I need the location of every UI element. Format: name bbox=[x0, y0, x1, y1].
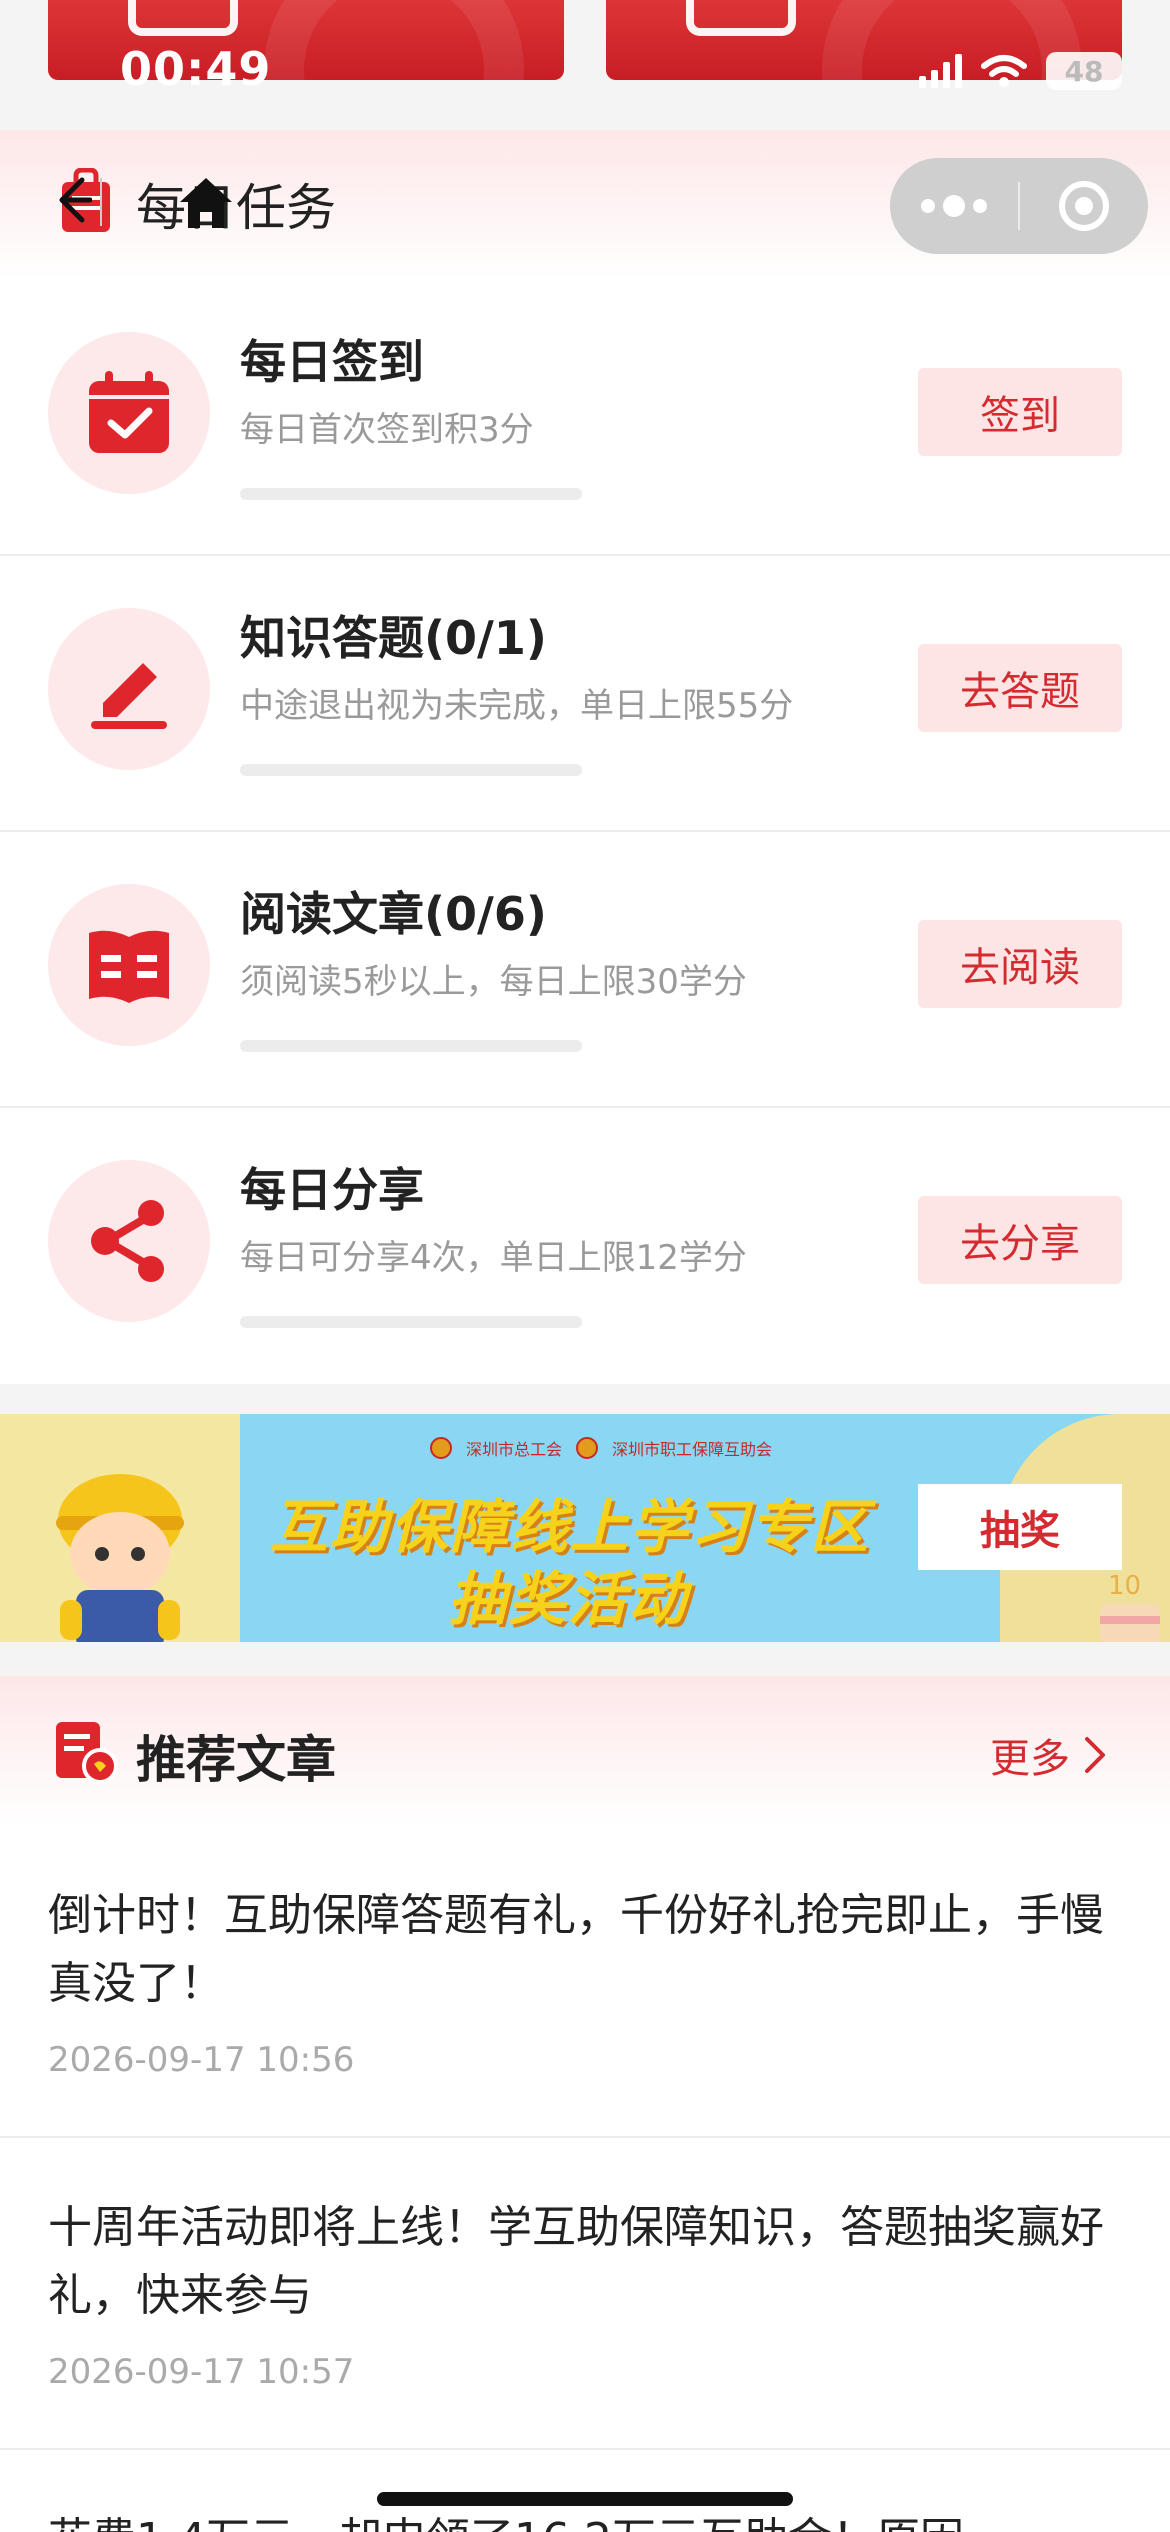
article-title: 十周年活动即将上线！学互助保障知识，答题抽奖赢好礼，快来参与 bbox=[48, 2202, 1104, 2321]
article-list: 倒计时！互助保障答题有礼，千份好礼抢完即止，手慢真没了！ 2026-09-17 … bbox=[0, 1826, 1170, 2532]
article-title: 花费1.4万元，却申领了16.2万元互助金！原因 bbox=[48, 2506, 1122, 2532]
task-title: 每日分享 bbox=[240, 1163, 424, 1217]
task-progress-bar bbox=[240, 764, 582, 776]
task-desc: 中途退出视为未完成，单日上限55分 bbox=[240, 686, 794, 726]
article-list-icon bbox=[56, 1722, 118, 1784]
share-icon bbox=[48, 1160, 210, 1322]
status-icons: 48 bbox=[919, 52, 1122, 90]
status-time: 00:49 bbox=[120, 42, 272, 96]
banner-subheadline: 抽奖活动 bbox=[448, 1565, 689, 1633]
calendar-check-icon bbox=[48, 332, 210, 494]
task-title: 阅读文章(0/6) bbox=[240, 887, 547, 941]
home-icon[interactable] bbox=[178, 176, 234, 230]
task-desc: 每日首次签到积3分 bbox=[240, 410, 534, 450]
close-target-icon[interactable] bbox=[1020, 158, 1148, 254]
page: 00:49 48 每日任务 每日签到 每日首次签到积3分 签到 知识答题(0/1… bbox=[0, 0, 1170, 2532]
home-indicator bbox=[377, 2492, 793, 2506]
task-progress-bar bbox=[240, 1040, 582, 1052]
book-icon bbox=[686, 0, 796, 36]
top-strip: 00:49 48 bbox=[0, 0, 1170, 130]
task-title: 知识答题(0/1) bbox=[240, 611, 547, 665]
pencil-icon bbox=[48, 608, 210, 770]
share-button[interactable]: 去分享 bbox=[918, 1196, 1122, 1284]
signal-icon bbox=[919, 54, 962, 88]
svg-text:10: 10 bbox=[1108, 1571, 1141, 1601]
task-list: 每日签到 每日首次签到积3分 签到 知识答题(0/1) 中途退出视为未完成，单日… bbox=[0, 280, 1170, 1384]
quiz-button[interactable]: 去答题 bbox=[918, 644, 1122, 732]
tv-icon bbox=[128, 0, 238, 36]
wifi-icon bbox=[981, 55, 1027, 87]
article-date: 2026-09-17 10:56 bbox=[48, 2040, 355, 2080]
read-button[interactable]: 去阅读 bbox=[918, 920, 1122, 1008]
task-item: 知识答题(0/1) 中途退出视为未完成，单日上限55分 去答题 bbox=[0, 556, 1170, 832]
task-progress-bar bbox=[240, 1316, 582, 1328]
header-divider bbox=[100, 178, 102, 226]
task-desc: 须阅读5秒以上，每日上限30学分 bbox=[240, 962, 747, 1002]
battery-icon: 48 bbox=[1046, 52, 1122, 90]
promo-banner[interactable]: 深圳市总工会 深圳市职工保障互助会 互助保障线上学习专区 抽奖活动 抽奖 10 bbox=[0, 1414, 1170, 1642]
banner-org-logos: 深圳市总工会 深圳市职工保障互助会 bbox=[430, 1436, 772, 1460]
cake-icon: 10 bbox=[1100, 1571, 1160, 1642]
mini-program-capsule bbox=[890, 158, 1148, 254]
more-link[interactable]: 更多 bbox=[990, 1726, 1106, 1784]
lottery-button[interactable]: 抽奖 bbox=[918, 1484, 1122, 1570]
page-title: 每日任务 bbox=[136, 179, 336, 237]
list-item[interactable]: 倒计时！互助保障答题有礼，千份好礼抢完即止，手慢真没了！ 2026-09-17 … bbox=[0, 1826, 1170, 2138]
checkin-button[interactable]: 签到 bbox=[918, 368, 1122, 456]
book-icon bbox=[48, 884, 210, 1046]
task-item: 每日分享 每日可分享4次，单日上限12学分 去分享 bbox=[0, 1108, 1170, 1384]
list-item[interactable]: 十周年活动即将上线！学互助保障知识，答题抽奖赢好礼，快来参与 2026-09-1… bbox=[0, 2138, 1170, 2450]
task-title: 每日签到 bbox=[240, 335, 424, 389]
article-date: 2026-09-17 10:57 bbox=[48, 2352, 355, 2392]
task-desc: 每日可分享4次，单日上限12学分 bbox=[240, 1238, 747, 1278]
task-item: 阅读文章(0/6) 须阅读5秒以上，每日上限30学分 去阅读 bbox=[0, 832, 1170, 1108]
worker-mascot-icon bbox=[56, 1474, 184, 1642]
article-title: 倒计时！互助保障答题有礼，千份好礼抢完即止，手慢真没了！ bbox=[48, 1890, 1104, 2009]
more-menu-icon[interactable] bbox=[890, 158, 1018, 254]
recommend-title: 推荐文章 bbox=[136, 1731, 336, 1789]
task-progress-bar bbox=[240, 488, 582, 500]
list-item[interactable]: 花费1.4万元，却申领了16.2万元互助金！原因 bbox=[0, 2450, 1170, 2532]
back-icon[interactable] bbox=[52, 170, 92, 230]
task-item: 每日签到 每日首次签到积3分 签到 bbox=[0, 280, 1170, 556]
chevron-right-icon bbox=[1085, 1737, 1105, 1773]
